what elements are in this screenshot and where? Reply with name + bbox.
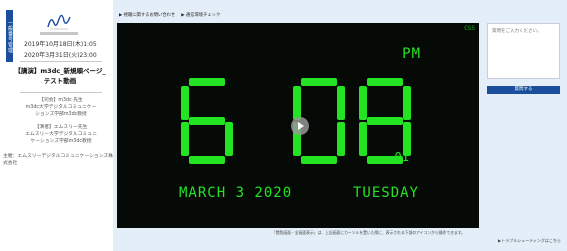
digit-segment-c — [337, 122, 345, 156]
corner-label: CSS — [464, 25, 475, 32]
play-icon — [298, 122, 304, 130]
digit-segment-g — [189, 117, 225, 125]
digit-segment-a — [189, 78, 225, 86]
digit-segment-f — [359, 86, 367, 120]
organizer: 主催：エムスリーデジタルコミュニケーションズ株式会社 — [3, 154, 113, 166]
digit-segment-f — [181, 86, 189, 120]
inquiry-link[interactable]: ▶ 視聴に関するお問い合わせ — [119, 12, 175, 18]
play-button[interactable] — [291, 117, 309, 135]
moderator-line: ションズ学部m3dc教授 — [35, 112, 87, 117]
digit-segment-a — [301, 78, 337, 86]
digit-segment-d — [189, 156, 225, 164]
top-links: ▶ 視聴に関するお問い合わせ ▶ 通信環境チェック — [119, 12, 220, 18]
speaker-line: ケーションズ学部m3dc教授 — [30, 139, 92, 144]
question-input[interactable] — [487, 23, 560, 79]
troubleshooting-link[interactable]: ▶トラブルシューティングはこちら — [498, 238, 561, 244]
divider — [20, 92, 102, 93]
vertical-tab[interactable]: 一般番号管理 — [6, 10, 13, 62]
seconds-display: 01 — [394, 150, 409, 164]
network-check-link[interactable]: ▶ 通信環境チェック — [181, 12, 220, 18]
digit-segment-d — [301, 156, 337, 164]
speaker-line: 【演者】エムスリー先生 — [34, 125, 88, 130]
digit-segment-a — [367, 78, 403, 86]
digit-segment-b — [337, 86, 345, 120]
speaker-line: エムスリー大学デジタルコミュニ — [25, 132, 97, 137]
submit-question-button[interactable]: 質問する — [487, 86, 560, 94]
digit-segment-g — [367, 117, 403, 125]
m3-logo-icon — [47, 14, 71, 30]
ampm-indicator: PM — [402, 46, 421, 62]
moderator-info: 【司会】m3dc 先生 m3dc大学デジタルコミュニケー ションズ学部m3dc教… — [12, 97, 110, 118]
logo-subtitle — [40, 32, 78, 35]
moderator-line: m3dc大学デジタルコミュニケー — [25, 105, 97, 110]
date-display: MARCH 3 2020 — [179, 185, 293, 201]
digit-segment-f — [293, 86, 301, 120]
weekday-display: TUESDAY — [352, 185, 419, 201]
left-panel: 一般番号管理 2019年10月18日(木)1:05 2020年3月31日(火)2… — [0, 0, 113, 251]
start-datetime: 2019年10月18日(木)1:05 — [24, 41, 97, 48]
speaker-info: 【演者】エムスリー先生 エムスリー大学デジタルコミュニ ケーションズ学部m3dc… — [12, 124, 110, 145]
digit-segment-b — [403, 86, 411, 120]
digit-segment-e — [359, 122, 367, 156]
digit-segment-e — [181, 122, 189, 156]
session-title: 【講演】m3dc_新規順ページ_テスト動画 — [14, 67, 106, 85]
player-caption: 「閲覧画面・全画面表示」は、上記画面にカーソルを置いた際に、表示される下部のアイ… — [272, 230, 465, 235]
divider — [20, 61, 102, 62]
end-datetime: 2020年3月31日(火)23:00 — [24, 52, 97, 59]
digit-segment-c — [225, 122, 233, 156]
video-player[interactable]: CSS PM 01 MARCH 3 2020 TUESDAY — [117, 23, 479, 228]
moderator-line: 【司会】m3dc 先生 — [39, 98, 83, 103]
